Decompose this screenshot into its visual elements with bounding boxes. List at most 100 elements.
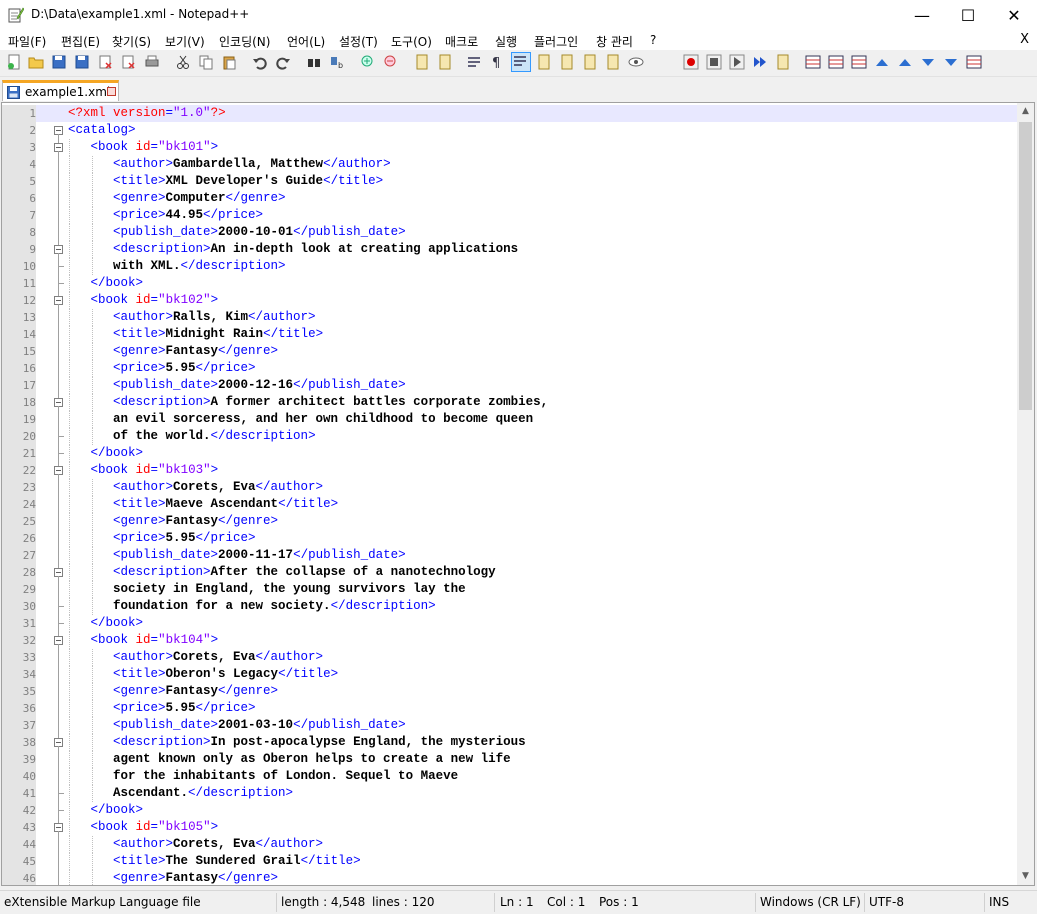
open-file-icon[interactable] bbox=[28, 54, 44, 70]
find-icon[interactable] bbox=[306, 54, 322, 70]
save-icon[interactable] bbox=[51, 54, 67, 70]
menu-macro[interactable]: 매크로 bbox=[445, 33, 478, 50]
menu-language[interactable]: 언어(L) bbox=[287, 33, 325, 50]
menu-run[interactable]: 실행 bbox=[495, 33, 517, 50]
editor[interactable]: 1 <?xml version="1.0"?> 2 <catalog> 3 <book … bbox=[1, 102, 1035, 886]
menu-search[interactable]: 찾기(S) bbox=[112, 33, 151, 50]
code-line[interactable]: 31 </book> bbox=[2, 615, 1018, 632]
scroll-up-icon[interactable]: ▲ bbox=[1017, 103, 1034, 120]
code-line[interactable]: 26 <price>5.95</price> bbox=[2, 530, 1018, 547]
undo-icon[interactable] bbox=[252, 54, 268, 70]
prev-diff-icon[interactable] bbox=[897, 54, 913, 70]
next-diff-icon[interactable] bbox=[920, 54, 936, 70]
code-line[interactable]: 29 society in England, the young survivo… bbox=[2, 581, 1018, 598]
zoom-out-icon[interactable] bbox=[383, 54, 399, 70]
code-line[interactable]: 18 <description>A former architect battl… bbox=[2, 394, 1018, 411]
fold-marker[interactable] bbox=[52, 632, 66, 649]
fold-marker[interactable] bbox=[52, 292, 66, 309]
code-line[interactable]: 30 foundation for a new society.</descri… bbox=[2, 598, 1018, 615]
code-line[interactable]: 11 </book> bbox=[2, 275, 1018, 292]
code-line[interactable]: 46 <genre>Fantasy</genre> bbox=[2, 870, 1018, 885]
menu-plugins[interactable]: 플러그인 bbox=[534, 33, 578, 50]
close-document-button[interactable]: X bbox=[1020, 32, 1029, 47]
code-line[interactable]: 14 <title>Midnight Rain</title> bbox=[2, 326, 1018, 343]
sync-vertical-icon[interactable] bbox=[414, 54, 430, 70]
code-line[interactable]: 38 <description>In post-apocalypse Engla… bbox=[2, 734, 1018, 751]
code-line[interactable]: 22 <book id="bk103"> bbox=[2, 462, 1018, 479]
menu-tools[interactable]: 도구(O) bbox=[391, 33, 432, 50]
close-all-icon[interactable] bbox=[120, 54, 136, 70]
cut-icon[interactable] bbox=[175, 54, 191, 70]
fold-marker[interactable] bbox=[52, 241, 66, 258]
menu-help[interactable]: ? bbox=[650, 33, 656, 47]
fold-marker[interactable] bbox=[52, 122, 66, 139]
menu-encoding[interactable]: 인코딩(N) bbox=[219, 33, 270, 50]
code-line[interactable]: 25 <genre>Fantasy</genre> bbox=[2, 513, 1018, 530]
code-line[interactable]: 17 <publish_date>2000-12-16</publish_dat… bbox=[2, 377, 1018, 394]
first-diff-icon[interactable] bbox=[874, 54, 890, 70]
code-line[interactable]: 7 <price>44.95</price> bbox=[2, 207, 1018, 224]
fold-marker[interactable] bbox=[52, 394, 66, 411]
menu-edit[interactable]: 편집(E) bbox=[61, 33, 100, 50]
doc-map-icon[interactable] bbox=[559, 54, 575, 70]
code-line[interactable]: 39 agent known only as Oberon helps to c… bbox=[2, 751, 1018, 768]
fold-marker[interactable] bbox=[52, 734, 66, 751]
menu-window[interactable]: 창 관리 bbox=[596, 33, 633, 50]
compare-next-icon[interactable] bbox=[851, 54, 867, 70]
code-line[interactable]: 1 <?xml version="1.0"?> bbox=[2, 105, 1018, 122]
new-file-icon[interactable] bbox=[6, 54, 22, 70]
code-line[interactable]: 32 <book id="bk104"> bbox=[2, 632, 1018, 649]
show-all-chars-icon[interactable]: ¶ bbox=[489, 54, 505, 70]
scroll-thumb[interactable] bbox=[1019, 122, 1032, 410]
code-line[interactable]: 13 <author>Ralls, Kim</author> bbox=[2, 309, 1018, 326]
vertical-scrollbar[interactable]: ▲ ▼ bbox=[1017, 103, 1034, 885]
compare-panel-icon[interactable] bbox=[966, 54, 982, 70]
compare-prev-icon[interactable] bbox=[828, 54, 844, 70]
word-wrap-icon[interactable] bbox=[466, 54, 482, 70]
indent-guide-icon[interactable] bbox=[511, 52, 531, 72]
code-line[interactable]: 41 Ascendant.</description> bbox=[2, 785, 1018, 802]
code-line[interactable]: 21 </book> bbox=[2, 445, 1018, 462]
sync-horizontal-icon[interactable] bbox=[437, 54, 453, 70]
zoom-in-icon[interactable] bbox=[360, 54, 376, 70]
code-line[interactable]: 5 <title>XML Developer's Guide</title> bbox=[2, 173, 1018, 190]
code-line[interactable]: 40 for the inhabitants of London. Sequel… bbox=[2, 768, 1018, 785]
code-line[interactable]: 42 </book> bbox=[2, 802, 1018, 819]
redo-icon[interactable] bbox=[275, 54, 291, 70]
code-line[interactable]: 8 <publish_date>2000-10-01</publish_date… bbox=[2, 224, 1018, 241]
fold-marker[interactable] bbox=[52, 564, 66, 581]
tab-example1-xml[interactable]: example1.xml bbox=[2, 80, 119, 101]
code-line[interactable]: 2 <catalog> bbox=[2, 122, 1018, 139]
paste-icon[interactable] bbox=[221, 54, 237, 70]
function-list-icon[interactable] bbox=[582, 54, 598, 70]
save-all-icon[interactable] bbox=[74, 54, 90, 70]
code-line[interactable]: 23 <author>Corets, Eva</author> bbox=[2, 479, 1018, 496]
code-line[interactable]: 4 <author>Gambardella, Matthew</author> bbox=[2, 156, 1018, 173]
save-macro-icon[interactable] bbox=[775, 54, 791, 70]
code-line[interactable]: 24 <title>Maeve Ascendant</title> bbox=[2, 496, 1018, 513]
print-icon[interactable] bbox=[144, 54, 160, 70]
code-line[interactable]: 15 <genre>Fantasy</genre> bbox=[2, 343, 1018, 360]
tab-close-icon[interactable] bbox=[107, 87, 116, 96]
replace-icon[interactable]: b bbox=[329, 54, 345, 70]
stop-macro-icon[interactable] bbox=[706, 54, 722, 70]
status-eol[interactable]: Windows (CR LF) bbox=[760, 895, 861, 909]
code-line[interactable]: 19 an evil sorceress, and her own childh… bbox=[2, 411, 1018, 428]
fold-marker[interactable] bbox=[52, 462, 66, 479]
code-line[interactable]: 28 <description>After the collapse of a … bbox=[2, 564, 1018, 581]
maximize-button[interactable]: ☐ bbox=[945, 0, 991, 30]
code-line[interactable]: 9 <description>An in-depth look at creat… bbox=[2, 241, 1018, 258]
menu-settings[interactable]: 설정(T) bbox=[339, 33, 378, 50]
code-line[interactable]: 3 <book id="bk101"> bbox=[2, 139, 1018, 156]
code-line[interactable]: 6 <genre>Computer</genre> bbox=[2, 190, 1018, 207]
scroll-down-icon[interactable]: ▼ bbox=[1017, 868, 1034, 885]
fold-marker[interactable] bbox=[52, 139, 66, 156]
minimize-button[interactable]: — bbox=[899, 0, 945, 30]
monitor-icon[interactable] bbox=[628, 54, 644, 70]
code-line[interactable]: 43 <book id="bk105"> bbox=[2, 819, 1018, 836]
menu-file[interactable]: 파일(F) bbox=[8, 33, 46, 50]
code-line[interactable]: 10 with XML.</description> bbox=[2, 258, 1018, 275]
play-macro-icon[interactable] bbox=[729, 54, 745, 70]
record-macro-icon[interactable] bbox=[683, 54, 699, 70]
run-macro-multiple-icon[interactable] bbox=[752, 54, 768, 70]
